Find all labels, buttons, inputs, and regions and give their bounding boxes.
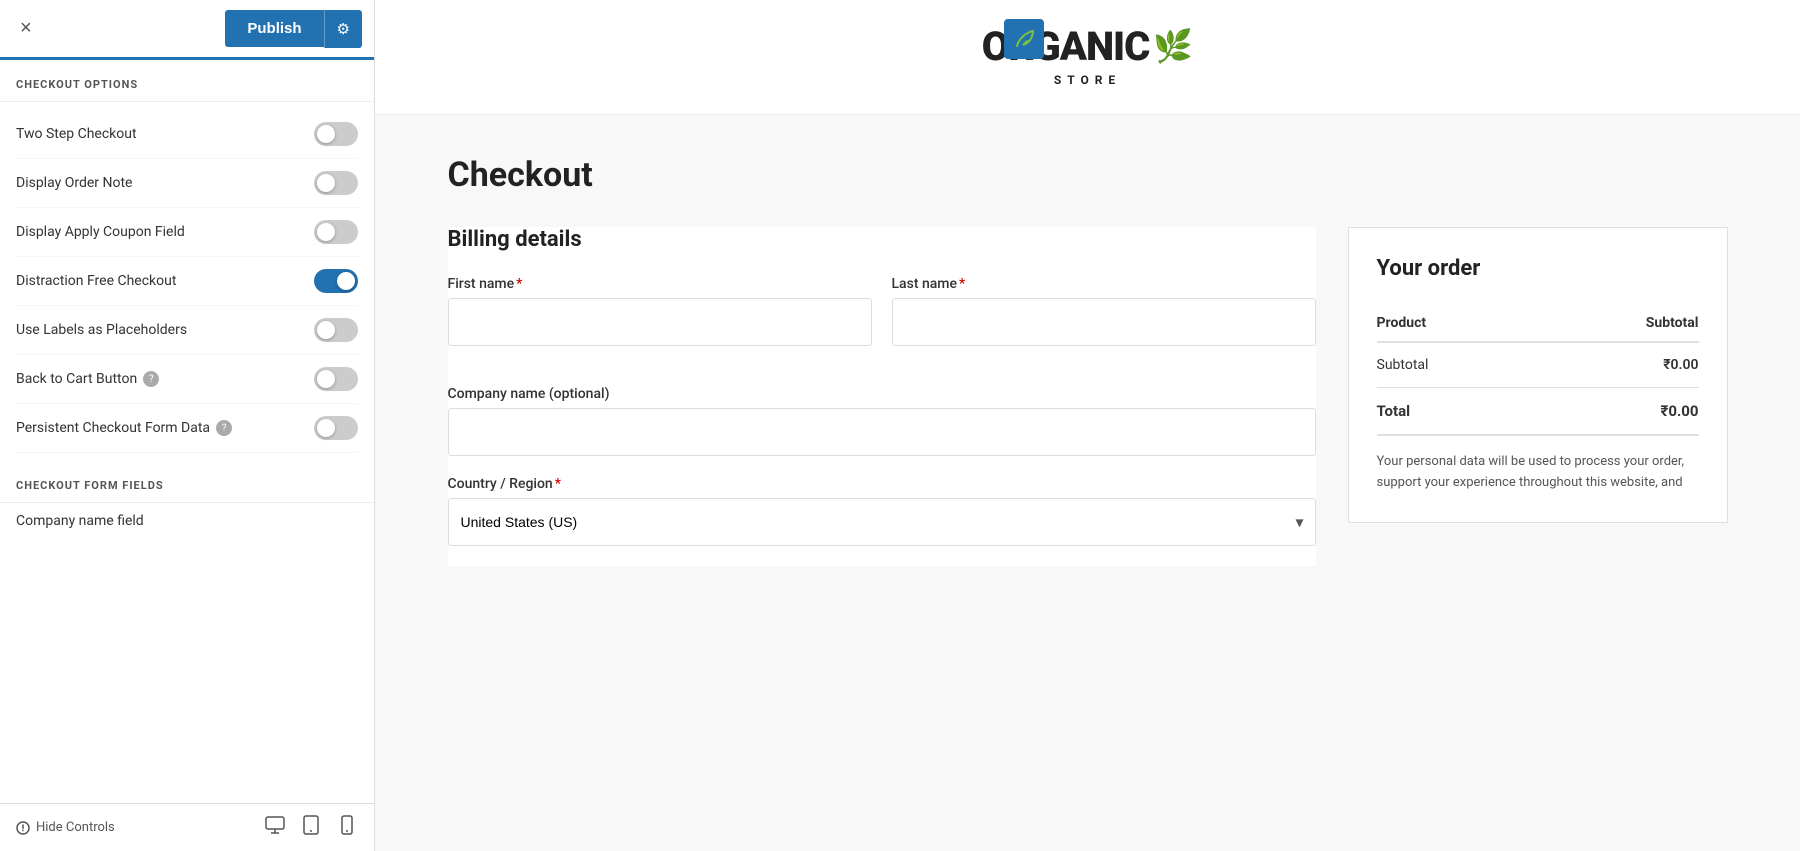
close-button[interactable]: × (12, 13, 40, 44)
company-name-input[interactable] (448, 408, 1316, 456)
country-select-wrapper: United States (US) (448, 498, 1316, 546)
subtotal-row: Subtotal ₹0.00 (1377, 342, 1699, 388)
order-table-header-row: Product Subtotal (1377, 305, 1699, 342)
toggle-coupon[interactable] (314, 220, 358, 244)
toggle-labels[interactable] (314, 318, 358, 342)
toggle-slider-two-step (314, 122, 358, 146)
country-group: Country / Region* United States (US) (448, 476, 1316, 546)
checkout-options-heading: CHECKOUT OPTIONS (0, 60, 374, 102)
checkout-grid: Billing details First name* Last name* (448, 227, 1728, 566)
order-table: Product Subtotal Subtotal ₹0.00 Total ₹0… (1377, 305, 1699, 436)
desktop-icon[interactable] (264, 814, 286, 841)
toggle-slider-back-to-cart (314, 367, 358, 391)
company-field-label: Company name field (16, 513, 358, 529)
left-panel: × Publish ⚙ CHECKOUT OPTIONS Two Step Ch… (0, 0, 375, 851)
top-bar: × Publish ⚙ (0, 0, 374, 60)
company-name-group: Company name (optional) (448, 386, 1316, 456)
option-label-labels: Use Labels as Placeholders (16, 322, 187, 338)
company-name-label: Company name (optional) (448, 386, 1316, 402)
country-label: Country / Region* (448, 476, 1316, 492)
last-name-required: * (959, 276, 965, 292)
option-row-two-step: Two Step Checkout (16, 110, 358, 159)
option-row-order-note: Display Order Note (16, 159, 358, 208)
mobile-icon[interactable] (336, 814, 358, 841)
option-row-distraction-free: Distraction Free Checkout (16, 257, 358, 306)
first-name-label: First name* (448, 276, 872, 292)
last-name-group: Last name* (892, 276, 1316, 346)
option-row-coupon: Display Apply Coupon Field (16, 208, 358, 257)
publish-button[interactable]: Publish (225, 10, 323, 47)
hide-icon (16, 821, 30, 835)
order-title: Your order (1377, 256, 1699, 281)
help-icon-back-to-cart[interactable]: ? (143, 371, 159, 387)
first-name-group: First name* (448, 276, 872, 346)
option-row-back-to-cart: Back to Cart Button ? (16, 355, 358, 404)
bottom-bar: Hide Controls (0, 803, 374, 851)
total-value: ₹0.00 (1536, 388, 1698, 436)
col-product: Product (1377, 305, 1537, 342)
name-row: First name* Last name* (448, 276, 1316, 366)
help-icon-persistent-form[interactable]: ? (216, 420, 232, 436)
options-list: Two Step Checkout Display Order Note Dis… (0, 102, 374, 461)
hide-controls-button[interactable]: Hide Controls (16, 820, 115, 835)
checkout-content: Checkout Billing details First name* La (388, 115, 1788, 606)
subtotal-label: Subtotal (1377, 342, 1537, 388)
country-select[interactable]: United States (US) (448, 498, 1316, 546)
total-label: Total (1377, 388, 1537, 436)
order-summary: Your order Product Subtotal Subtotal ₹0.… (1348, 227, 1728, 523)
publish-area: Publish ⚙ (225, 10, 362, 48)
toggle-slider-persistent-form (314, 416, 358, 440)
country-required: * (555, 476, 561, 492)
toggle-slider-order-note (314, 171, 358, 195)
logo-leaf-icon (1013, 28, 1035, 50)
right-panel: ORGANIC 🌿 STORE Checkout Billing details (375, 0, 1800, 851)
total-row: Total ₹0.00 (1377, 388, 1699, 436)
device-icons (264, 814, 358, 841)
option-label-persistent-form: Persistent Checkout Form Data ? (16, 420, 232, 436)
billing-title: Billing details (448, 227, 1316, 252)
toggle-slider-labels (314, 318, 358, 342)
option-label-order-note: Display Order Note (16, 175, 132, 191)
last-name-input[interactable] (892, 298, 1316, 346)
first-name-required: * (516, 276, 522, 292)
privacy-text: Your personal data will be used to proce… (1377, 452, 1699, 494)
option-label-back-to-cart: Back to Cart Button ? (16, 371, 159, 387)
toggle-distraction-free[interactable] (314, 269, 358, 293)
option-label-distraction-free: Distraction Free Checkout (16, 273, 176, 289)
checkout-form-fields-heading: CHECKOUT FORM FIELDS (0, 461, 374, 503)
col-subtotal: Subtotal (1536, 305, 1698, 342)
company-field-section: Company name field (0, 503, 374, 553)
toggle-persistent-form[interactable] (314, 416, 358, 440)
toggle-order-note[interactable] (314, 171, 358, 195)
site-header: ORGANIC 🌿 STORE (375, 0, 1800, 115)
hide-controls-label: Hide Controls (36, 820, 115, 835)
logo-leaf-text: 🌿 (1153, 27, 1193, 65)
option-label-coupon: Display Apply Coupon Field (16, 224, 185, 240)
option-row-labels: Use Labels as Placeholders (16, 306, 358, 355)
tablet-icon[interactable] (300, 814, 322, 841)
toggle-slider-coupon (314, 220, 358, 244)
last-name-label: Last name* (892, 276, 1316, 292)
settings-button[interactable]: ⚙ (324, 10, 362, 48)
first-name-input[interactable] (448, 298, 872, 346)
logo-sub: STORE (1054, 73, 1121, 87)
option-row-persistent-form: Persistent Checkout Form Data ? (16, 404, 358, 453)
subtotal-value: ₹0.00 (1536, 342, 1698, 388)
option-label-two-step: Two Step Checkout (16, 126, 137, 142)
toggle-slider-distraction-free (314, 269, 358, 293)
checkout-title: Checkout (448, 155, 1728, 195)
billing-section: Billing details First name* Last name* (448, 227, 1316, 566)
logo-area: ORGANIC 🌿 STORE (982, 27, 1194, 88)
toggle-back-to-cart[interactable] (314, 367, 358, 391)
toggle-two-step[interactable] (314, 122, 358, 146)
